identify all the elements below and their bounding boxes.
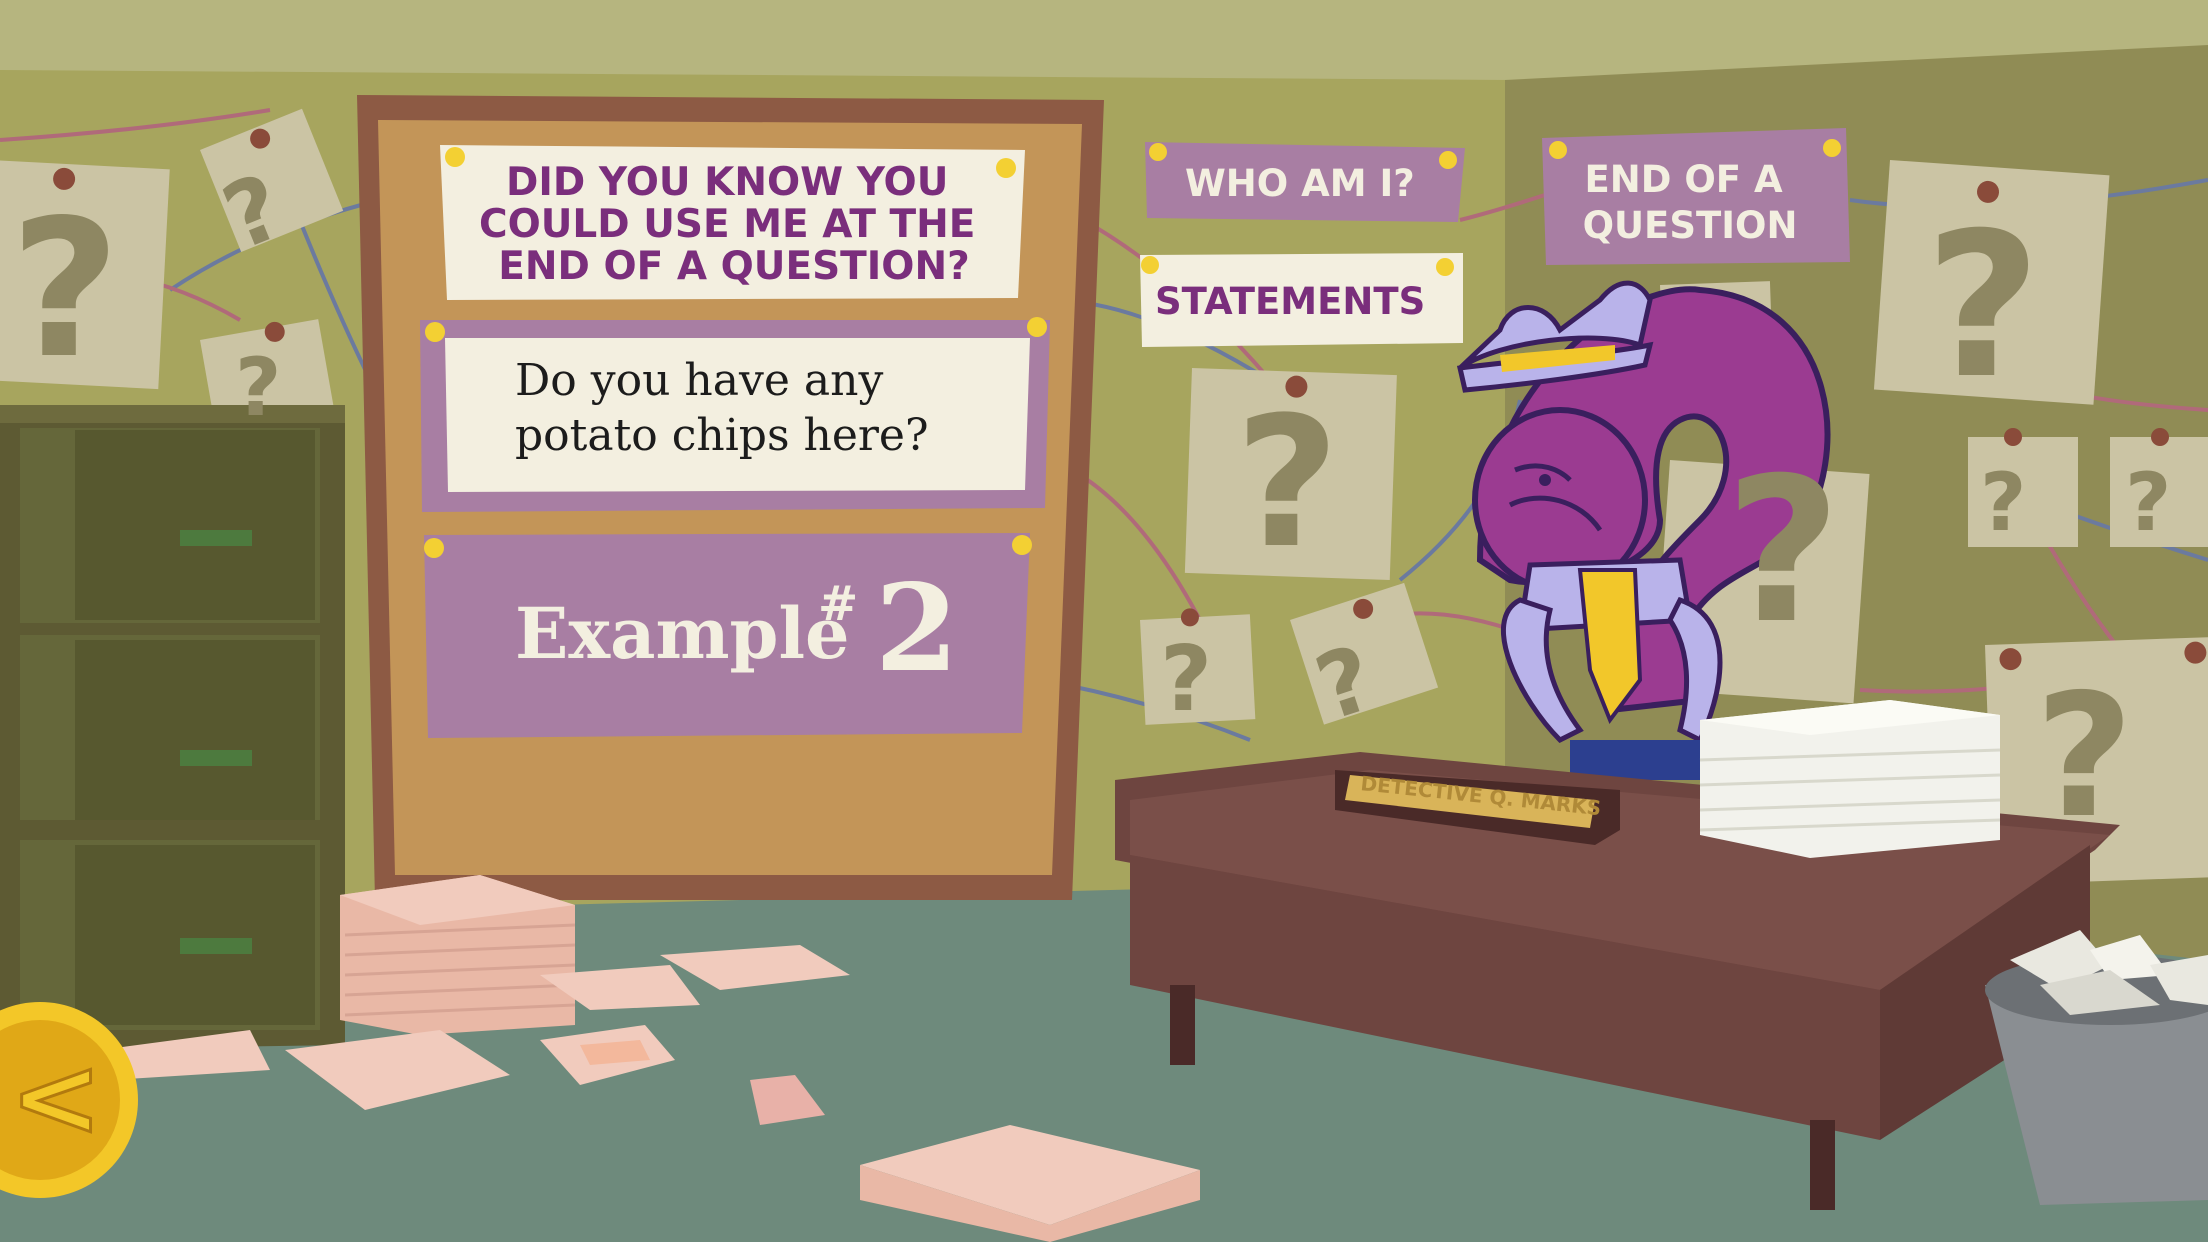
question-line-1: DID YOU KNOW YOU bbox=[506, 160, 948, 205]
note-question-mark: ? bbox=[2125, 456, 2171, 549]
back-button[interactable] bbox=[0, 1002, 138, 1198]
end-of-question-line-2: QUESTION bbox=[1583, 204, 1798, 247]
example-label: Example bbox=[515, 592, 850, 675]
note-question-mark: ? bbox=[2035, 658, 2134, 856]
scene-artwork: DID YOU KNOW YOU COULD USE ME AT THE END… bbox=[0, 0, 2208, 1242]
corkboard-texts: DID YOU KNOW YOU COULD USE ME AT THE END… bbox=[479, 160, 989, 699]
note-question-mark: ? bbox=[1980, 456, 2026, 549]
question-line-3: END OF A QUESTION? bbox=[498, 244, 969, 289]
question-card-text: DID YOU KNOW YOU COULD USE ME AT THE END… bbox=[479, 160, 989, 289]
note-question-mark: ? bbox=[10, 179, 120, 400]
note-question-mark: ? bbox=[235, 341, 281, 434]
note-question-mark: ? bbox=[1725, 435, 1841, 668]
end-of-question-line-1: END OF A bbox=[1585, 158, 1783, 201]
example-number: 2 bbox=[875, 558, 959, 699]
note-question-mark: ? bbox=[1235, 379, 1339, 588]
sentence-line-2: potato chips here? bbox=[515, 410, 929, 461]
sentence-line-1: Do you have any bbox=[515, 355, 883, 406]
who-am-i-label: WHO AM I? bbox=[1185, 162, 1415, 205]
note-question-mark: ? bbox=[1925, 190, 2041, 423]
filing-cabinet bbox=[0, 405, 345, 1050]
statements-label: STATEMENTS bbox=[1155, 280, 1425, 323]
note-question-mark: ? bbox=[1160, 627, 1212, 732]
detective-office-scene: DID YOU KNOW YOU COULD USE ME AT THE END… bbox=[0, 0, 2208, 1242]
question-line-2: COULD USE ME AT THE bbox=[479, 202, 975, 247]
example-hash: # bbox=[818, 576, 858, 632]
